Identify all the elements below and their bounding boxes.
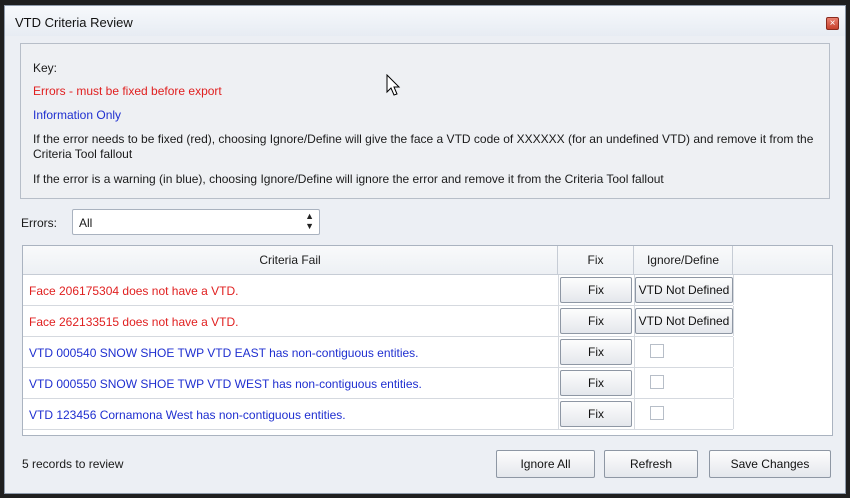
cell-divider: [733, 275, 734, 305]
key-title: Key:: [33, 61, 58, 75]
cell-divider: [733, 368, 734, 398]
ignore-checkbox[interactable]: [650, 375, 664, 389]
vtd-not-defined-button[interactable]: VTD Not Defined: [635, 308, 733, 334]
column-header-criteria-fail[interactable]: Criteria Fail: [23, 246, 558, 274]
mouse-pointer-icon: [386, 74, 401, 96]
criteria-fail-text: VTD 000550 SNOW SHOE TWP VTD WEST has no…: [29, 377, 422, 391]
criteria-fail-text: Face 206175304 does not have a VTD.: [29, 284, 239, 298]
table-row[interactable]: Face 206175304 does not have a VTD. Fix VT…: [23, 275, 734, 306]
table-row[interactable]: VTD 123456 Cornamona West has non-contig…: [23, 399, 734, 430]
cell-divider: [634, 337, 635, 367]
ignore-checkbox[interactable]: [650, 344, 664, 358]
criteria-fail-text: VTD 123456 Cornamona West has non-contig…: [29, 408, 346, 422]
cell-divider: [733, 306, 734, 336]
key-error-line: Errors - must be fixed before export: [33, 84, 222, 98]
close-icon[interactable]: ×: [826, 17, 839, 30]
cell-divider: [733, 337, 734, 367]
table-row[interactable]: VTD 000550 SNOW SHOE TWP VTD WEST has no…: [23, 368, 734, 399]
cell-divider: [558, 337, 559, 367]
ignore-checkbox[interactable]: [650, 406, 664, 420]
key-info-line: Information Only: [33, 108, 122, 122]
fix-button[interactable]: Fix: [560, 308, 632, 334]
records-count: 5 records to review: [22, 457, 124, 471]
window-title: VTD Criteria Review: [15, 15, 133, 30]
spinner-arrows-icon: ▲ ▼: [305, 211, 314, 231]
cell-divider: [733, 399, 734, 429]
cell-divider: [558, 399, 559, 429]
cell-divider: [558, 306, 559, 336]
fix-button[interactable]: Fix: [560, 339, 632, 365]
column-header-fix[interactable]: Fix: [558, 246, 634, 274]
cell-divider: [558, 275, 559, 305]
fix-button[interactable]: Fix: [560, 277, 632, 303]
key-legend-box: Key: Errors - must be fixed before expor…: [20, 43, 830, 199]
criteria-fail-text: VTD 000540 SNOW SHOE TWP VTD EAST has no…: [29, 346, 419, 360]
key-note-red: If the error needs to be fixed (red), ch…: [33, 132, 814, 161]
cell-divider: [634, 368, 635, 398]
criteria-table: Criteria Fail Fix Ignore/Define Face 206…: [22, 245, 833, 436]
ignore-all-button[interactable]: Ignore All: [496, 450, 595, 478]
errors-filter-value: All: [79, 216, 93, 230]
criteria-fail-text: Face 262133515 does not have a VTD.: [29, 315, 239, 329]
fix-button[interactable]: Fix: [560, 401, 632, 427]
key-note-blue: If the error is a warning (in blue), cho…: [33, 172, 664, 186]
cell-divider: [634, 399, 635, 429]
cell-divider: [558, 368, 559, 398]
table-row[interactable]: Face 262133515 does not have a VTD. Fix VT…: [23, 306, 734, 337]
errors-filter-label: Errors:: [21, 216, 57, 230]
save-changes-button[interactable]: Save Changes: [709, 450, 831, 478]
table-row[interactable]: VTD 000540 SNOW SHOE TWP VTD EAST has no…: [23, 337, 734, 368]
title-bar[interactable]: VTD Criteria Review ×: [5, 6, 845, 36]
refresh-button[interactable]: Refresh: [604, 450, 698, 478]
table-header: Criteria Fail Fix Ignore/Define: [23, 246, 832, 275]
fix-button[interactable]: Fix: [560, 370, 632, 396]
column-header-ignore-define[interactable]: Ignore/Define: [634, 246, 733, 274]
vtd-not-defined-button[interactable]: VTD Not Defined: [635, 277, 733, 303]
errors-filter-select[interactable]: All ▲ ▼: [72, 209, 320, 235]
